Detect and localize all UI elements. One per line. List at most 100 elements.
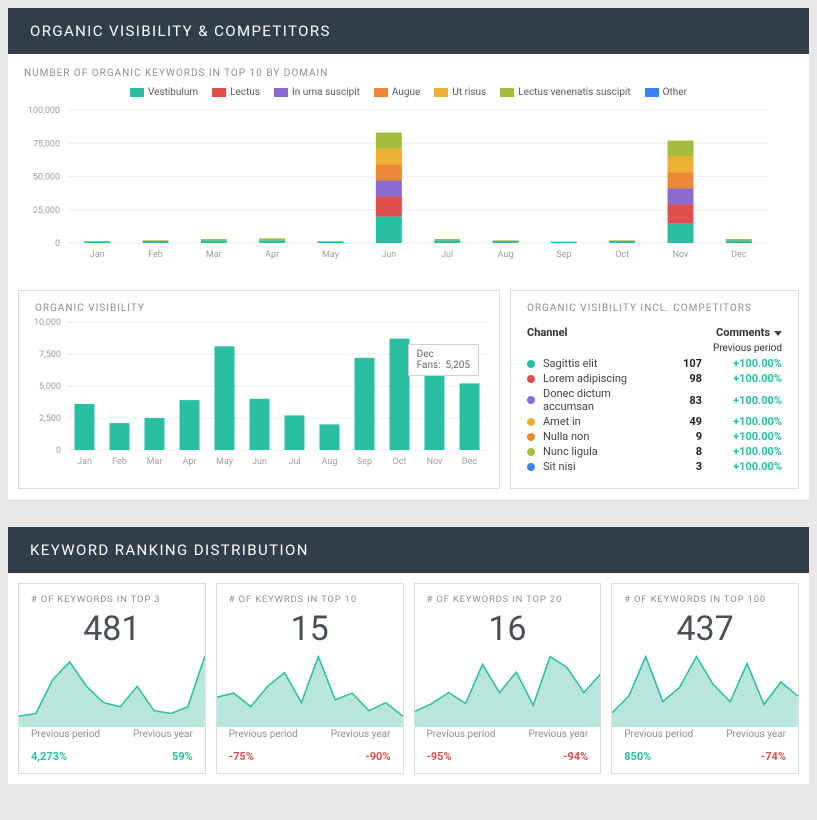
section-title: KEYWORD RANKING DISTRIBUTION [8, 527, 809, 573]
svg-text:Mar: Mar [206, 250, 222, 260]
svg-text:Nov: Nov [673, 250, 689, 260]
channel-name: Sagittis elit [543, 357, 662, 370]
competitors-title: ORGANIC VISIBILITY INCL. COMPETITORS [511, 291, 798, 318]
table-row[interactable]: Sagittis elit107+100.00% [527, 356, 782, 371]
channel-value: 49 [662, 415, 702, 428]
legend-item[interactable]: Augue [374, 87, 420, 98]
svg-text:Jul: Jul [441, 250, 453, 260]
top-chart-legend: Vestibulum Lectus In urna suscipit Augue Ut … [8, 83, 809, 106]
svg-text:Sep: Sep [556, 250, 571, 260]
svg-text:75,000: 75,000 [33, 139, 60, 149]
svg-text:Mar: Mar [147, 457, 163, 467]
svg-text:May: May [216, 457, 234, 467]
top-chart: 025,00050,00075,000100,000JanFebMarAprMa… [68, 106, 793, 264]
prev-year-label: Previous year [726, 729, 786, 740]
sparkline-chart [415, 653, 601, 727]
prev-year-label: Previous year [133, 729, 193, 740]
kpi-card: # OF KEYWORDS IN TOP 100437Previous peri… [611, 583, 799, 774]
table-row[interactable]: Nunc ligula8+100.00% [527, 444, 782, 459]
section-organic-visibility: ORGANIC VISIBILITY & COMPETITORS NUMBER … [8, 8, 809, 499]
svg-text:Dec: Dec [462, 457, 478, 467]
legend-item[interactable]: Lectus [212, 87, 260, 98]
svg-text:5,000: 5,000 [39, 382, 61, 392]
channel-name: Amet in [543, 415, 662, 428]
channel-change: +100.00% [702, 357, 782, 370]
kpi-value: 437 [612, 607, 798, 653]
legend-item[interactable]: Lectus venenatis suscipit [500, 87, 630, 98]
svg-text:Aug: Aug [322, 457, 338, 467]
color-dot-icon [527, 375, 535, 383]
svg-text:Jun: Jun [252, 457, 267, 467]
kpi-value: 16 [415, 607, 601, 653]
col-channel: Channel [527, 326, 716, 339]
table-row[interactable]: Sit nisi3+100.00% [527, 459, 782, 474]
channel-change: +100.00% [702, 394, 782, 407]
col-prev-period: Previous period [527, 343, 782, 356]
sparkline-chart [217, 653, 403, 727]
svg-text:Jan: Jan [90, 250, 105, 260]
sparkline-chart [612, 653, 798, 727]
prev-year-value: -74% [761, 750, 786, 763]
svg-text:Jul: Jul [288, 457, 300, 467]
svg-text:25,000: 25,000 [33, 206, 60, 216]
table-header: Channel Comments [527, 322, 782, 343]
channel-change: +100.00% [702, 430, 782, 443]
svg-text:Apr: Apr [183, 457, 197, 467]
legend-item[interactable]: Other [645, 87, 687, 98]
svg-text:Oct: Oct [615, 250, 629, 260]
prev-period-value: 850% [624, 750, 651, 763]
table-row[interactable]: Donec dictum accumsan83+100.00% [527, 386, 782, 414]
svg-text:2,500: 2,500 [39, 414, 61, 424]
legend-item[interactable]: Vestibulum [130, 87, 198, 98]
channel-name: Sit nisi [543, 460, 662, 473]
svg-text:100,000: 100,000 [28, 106, 60, 116]
channel-change: +100.00% [702, 445, 782, 458]
channel-value: 107 [662, 357, 702, 370]
prev-period-label: Previous period [427, 729, 496, 740]
svg-text:Apr: Apr [265, 250, 279, 260]
color-dot-icon [527, 360, 535, 368]
legend-item[interactable]: Ut risus [434, 87, 486, 98]
section-keyword-ranking: KEYWORD RANKING DISTRIBUTION # OF KEYWOR… [8, 527, 809, 784]
svg-text:Jun: Jun [381, 250, 396, 260]
kpi-label: # OF KEYWORDS IN TOP 3 [19, 584, 205, 607]
prev-period-label: Previous period [624, 729, 693, 740]
table-row[interactable]: Lorem adipiscing98+100.00% [527, 371, 782, 386]
kpi-value: 15 [217, 607, 403, 653]
prev-year-label: Previous year [528, 729, 588, 740]
svg-text:0: 0 [55, 239, 60, 249]
table-row[interactable]: Nulla non9+100.00% [527, 429, 782, 444]
color-dot-icon [527, 433, 535, 441]
svg-text:Dec: Dec [731, 250, 747, 260]
channel-change: +100.00% [702, 460, 782, 473]
stacked-bar-chart: 025,00050,00075,000100,000JanFebMarAprMa… [68, 106, 768, 261]
channel-value: 83 [662, 394, 702, 407]
channel-name: Nunc ligula [543, 445, 662, 458]
channel-value: 3 [662, 460, 702, 473]
color-dot-icon [527, 448, 535, 456]
kpi-label: # OF KEYWORDS IN TOP 20 [415, 584, 601, 607]
legend-item[interactable]: In urna suscipit [274, 87, 360, 98]
prev-year-value: 59% [172, 750, 193, 763]
color-dot-icon [527, 396, 535, 404]
channel-value: 9 [662, 430, 702, 443]
top-chart-title: NUMBER OF ORGANIC KEYWORDS IN TOP 10 BY … [8, 54, 809, 83]
svg-text:0: 0 [56, 446, 61, 456]
ov-chart-title: ORGANIC VISIBILITY [19, 291, 499, 318]
organic-visibility-chart: 02,5005,0007,50010,000JanFebMarAprMayJun… [67, 318, 487, 468]
chart-tooltip: Dec Fans: 5,205 [408, 344, 479, 376]
prev-period-value: -75% [229, 750, 254, 763]
table-row[interactable]: Amet in49+100.00% [527, 414, 782, 429]
channel-name: Donec dictum accumsan [543, 387, 662, 413]
svg-text:Feb: Feb [148, 250, 163, 260]
svg-text:50,000: 50,000 [33, 173, 60, 183]
prev-period-label: Previous period [229, 729, 298, 740]
chevron-down-icon [774, 331, 782, 336]
col-comments-sort[interactable]: Comments [716, 326, 782, 339]
channel-value: 98 [662, 372, 702, 385]
svg-text:Sep: Sep [357, 457, 372, 467]
color-dot-icon [527, 418, 535, 426]
channel-change: +100.00% [702, 372, 782, 385]
svg-text:Oct: Oct [393, 457, 407, 467]
prev-year-value: -94% [563, 750, 588, 763]
